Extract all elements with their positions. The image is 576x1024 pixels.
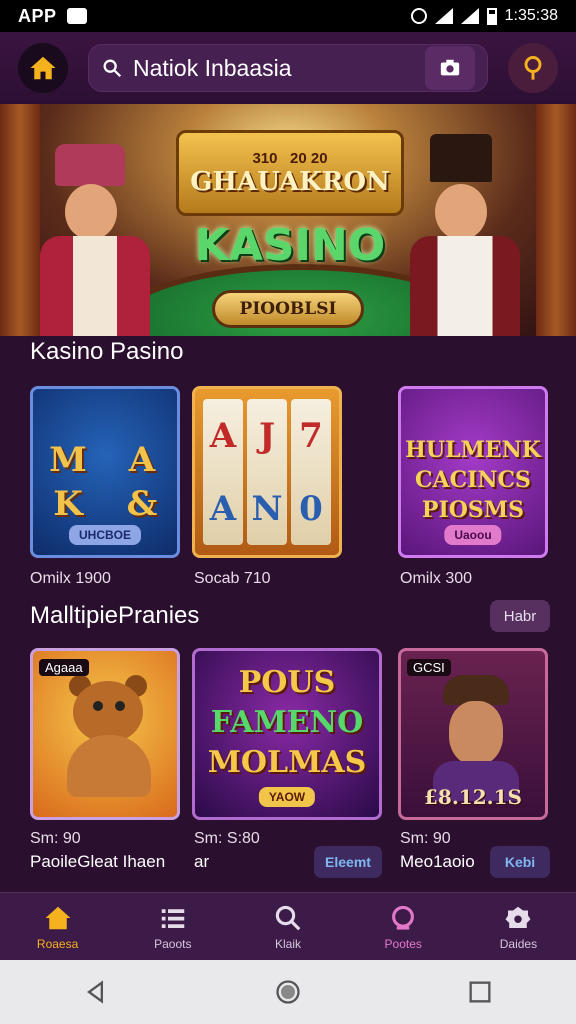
game-card-4[interactable]: Agaaa — [30, 648, 180, 820]
settings-icon — [505, 906, 531, 928]
nav-label: Pootes — [384, 936, 422, 951]
home-icon — [45, 906, 71, 929]
game-card-6[interactable]: GCSI £8.12.1S — [398, 648, 548, 820]
card-tag: GCSI — [407, 659, 451, 676]
top-bar: Natiok Inbaasia — [0, 32, 576, 104]
status-bar: APP 1:35:38 — [0, 0, 576, 32]
card-chip: Uaoou — [444, 525, 502, 545]
card-3-label: Omilx 300 — [400, 570, 473, 587]
hero-badge-left: 310 — [252, 149, 278, 167]
chat-icon — [392, 905, 415, 930]
wifi-icon — [460, 8, 479, 24]
nav-item-search[interactable]: Klaik — [230, 893, 345, 960]
game-card-1[interactable]: M A K & UHCBOE — [30, 386, 180, 558]
dealer-left — [30, 144, 160, 336]
home-circle-icon[interactable] — [274, 978, 302, 1006]
camera-icon — [440, 59, 460, 76]
bear-character — [61, 675, 156, 797]
card-5-price: Sm: S:80 — [194, 830, 260, 847]
dealer-right — [400, 134, 530, 336]
hero-sign: 310 20 20 GHAUAKRON — [176, 130, 404, 216]
game-card-2[interactable]: AA JN 70 — [192, 386, 342, 558]
hero-banner[interactable]: 310 20 20 GHAUAKRON KASINO PIOOBLSI — [0, 104, 576, 336]
search-icon — [275, 905, 301, 930]
curtain-right — [536, 104, 576, 336]
card-5-name: ar — [194, 852, 210, 871]
home-icon — [30, 56, 56, 80]
section-title-kasino: Kasino Pasino — [30, 338, 184, 365]
recents-icon[interactable] — [466, 978, 494, 1006]
nav-label: Roaesa — [36, 936, 79, 951]
alarm-icon — [410, 8, 427, 24]
card-2-label: Socab 710 — [194, 570, 271, 587]
card-3-text: HULMENK CACINCS PIOSMS — [405, 437, 541, 523]
slot-reels: AA JN 70 — [203, 399, 331, 545]
nav-item-home[interactable]: Roaesa — [0, 893, 115, 960]
presenter-character — [433, 675, 519, 801]
nav-item-list[interactable]: Paoots — [115, 893, 230, 960]
hero-title: KASINO — [194, 220, 386, 271]
card-chip: UHCBOE — [68, 525, 142, 545]
location-pin-icon — [524, 56, 542, 80]
signal-icon — [434, 8, 453, 24]
list-icon — [161, 908, 185, 928]
card-5-title: POUS FAMENO MOLMAS — [207, 665, 367, 780]
nav-label: Daides — [499, 936, 538, 951]
search-bar[interactable]: Natiok Inbaasia — [88, 44, 488, 92]
nav-label: Paoots — [154, 936, 192, 951]
hero-sign-text: GHAUAKRON — [190, 166, 390, 197]
card-4-name: PaoileGleat Ihaen — [30, 852, 166, 871]
battery-icon — [486, 7, 497, 25]
system-navigation-bar — [0, 960, 576, 1024]
status-time: 1:35:38 — [504, 7, 558, 24]
section-title-multiple: MalltipiePranies — [30, 602, 200, 629]
game-card-3[interactable]: HULMENK CACINCS PIOSMS Uaoou — [398, 386, 548, 558]
back-icon[interactable] — [82, 978, 110, 1006]
bottom-navigation: Roaesa Paoots Klaik Pootes Daides — [0, 892, 576, 960]
nav-item-settings[interactable]: Daides — [461, 893, 576, 960]
card-tag: Agaaa — [39, 659, 89, 676]
card-6-price: Sm: 90 — [400, 830, 451, 847]
card-1-label: Omilx 1900 — [30, 570, 111, 587]
nav-item-chat[interactable]: Pootes — [346, 893, 461, 960]
camera-notification-icon — [66, 8, 87, 24]
card-5-footer: YAOW — [258, 787, 316, 807]
home-button[interactable] — [18, 43, 68, 93]
game-card-5[interactable]: POUS FAMENO MOLMAS YAOW — [192, 648, 382, 820]
card-6-button[interactable]: Kebi — [490, 846, 550, 878]
more-button[interactable]: Habr — [490, 600, 550, 632]
location-button[interactable] — [508, 43, 558, 93]
card-6-banner: £8.12.1S — [424, 785, 522, 809]
nav-label: Klaik — [275, 936, 302, 951]
hero-badge-right: 20 20 — [290, 149, 328, 167]
search-icon — [103, 59, 122, 78]
search-input[interactable]: Natiok Inbaasia — [133, 55, 415, 82]
card-6-name: Meo1aoio — [400, 852, 475, 871]
card-4-price: Sm: 90 — [30, 830, 81, 847]
status-app-label: APP — [18, 5, 57, 26]
hero-button[interactable]: PIOOBLSI — [212, 290, 364, 328]
card-5-button[interactable]: Eleemt — [314, 846, 382, 878]
camera-search-button[interactable] — [425, 46, 475, 90]
